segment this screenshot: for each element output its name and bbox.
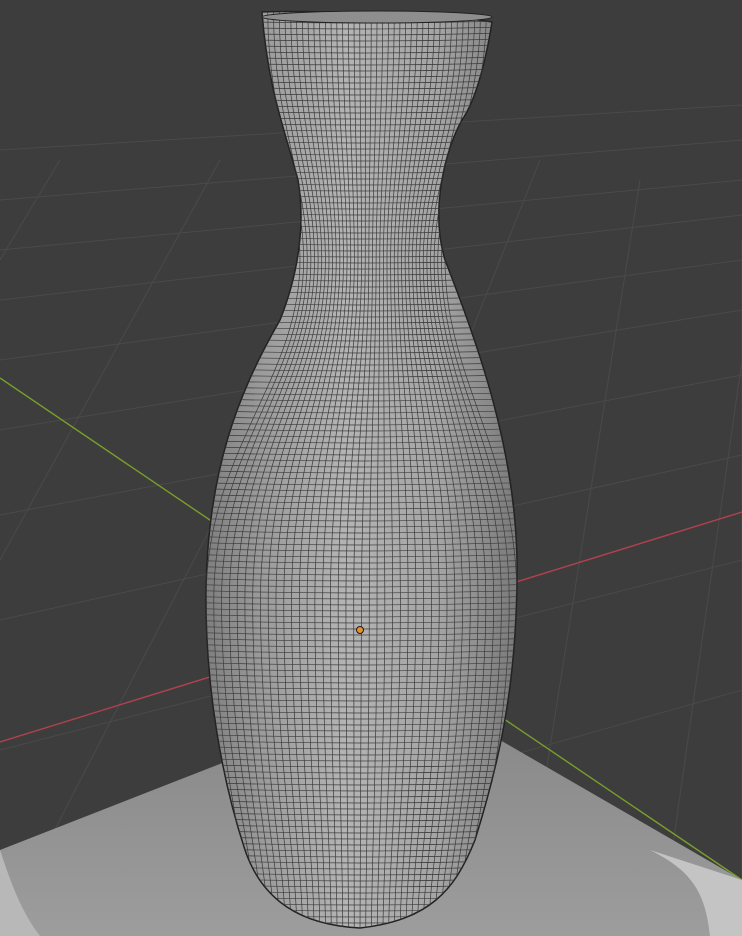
vase-rim: [261, 10, 493, 24]
object-origin-marker[interactable]: [356, 626, 364, 634]
viewport-canvas[interactable]: [0, 0, 742, 936]
3d-viewport[interactable]: [0, 0, 742, 936]
vase-mesh[interactable]: [180, 10, 540, 930]
